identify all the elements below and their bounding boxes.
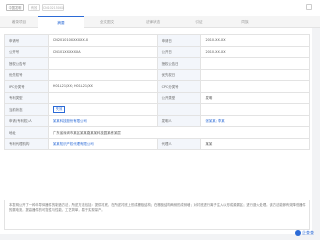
applicant-link[interactable]: 某某科技股份有限公司	[47, 114, 158, 127]
row-value	[47, 91, 158, 104]
row-label: 地址	[4, 126, 49, 139]
row-value: 某某	[200, 137, 310, 150]
row-value: 2010.XX.XX	[200, 45, 310, 58]
row-value: CN201010XXXXXX.X	[47, 34, 158, 47]
row-label: 申请日	[156, 34, 202, 47]
row-label: 授权公告日	[156, 57, 202, 70]
row-label: 代理人	[156, 137, 202, 150]
agency-link[interactable]: 某某知识产权代理有限公司	[47, 137, 158, 150]
table-row: 专利类型 公开类型 发明	[4, 91, 310, 104]
close-icon[interactable]	[306, 4, 312, 10]
table-row: 授权公告号 授权公告日	[4, 57, 310, 70]
row-value	[200, 68, 310, 81]
abstract-section: 本发明公开了一种半导体器件的制造方法，所述方法包括：提供衬底，在所述衬底上形成栅…	[4, 200, 310, 230]
row-label: 申请号	[4, 34, 49, 47]
top-bar: 中国发明 有效 CN102150XX	[0, 0, 320, 16]
address-value: 广东省深圳市某区某某路某某科技园某栋某层	[47, 126, 311, 139]
tab-citations[interactable]: 引证	[176, 16, 222, 28]
status-badge: 有效	[28, 4, 40, 11]
row-label: 发明人	[156, 114, 202, 127]
row-label: 专利代理机构	[4, 137, 49, 150]
patent-number-badge: CN102150XX	[42, 4, 65, 11]
table-row: 优先权号 优先权日	[4, 68, 310, 81]
table-row: 当前状态 失效	[4, 103, 310, 116]
row-label: 当前状态	[4, 103, 49, 116]
row-label: 优先权号	[4, 68, 49, 81]
row-value	[200, 57, 310, 70]
watermark: 企查查	[295, 230, 314, 236]
table-row: 地址 广东省深圳市某区某某路某某科技园某栋某层	[4, 126, 311, 139]
watermark-logo-icon	[295, 230, 301, 236]
tab-bar: 著录项目 摘要 全文图文 法律状态 引证 同族	[0, 16, 320, 28]
info-table: 申请号 CN201010XXXXXX.X 申请日 2010.XX.XX 公开号 …	[4, 34, 311, 150]
row-value	[200, 103, 310, 116]
row-value	[47, 68, 158, 81]
row-label: CPC分类号	[156, 80, 202, 93]
row-value: H01L21/XX; H01L21/XX	[47, 80, 158, 93]
row-value: 2010.XX.XX	[200, 34, 310, 47]
tab-bibliographic[interactable]: 著录项目	[0, 16, 38, 28]
row-label: 公开类型	[156, 91, 202, 104]
table-row: 申请(专利权)人 某某科技股份有限公司 发明人 张某某; 李某	[4, 114, 310, 127]
status-cell: 失效	[47, 103, 158, 116]
table-row: 公开号 CN101XXXXXXA 公开日 2010.XX.XX	[4, 45, 310, 58]
tab-fulltext[interactable]: 全文图文	[84, 16, 130, 28]
table-row: 专利代理机构 某某知识产权代理有限公司 代理人 某某	[4, 137, 310, 150]
tab-legal-status[interactable]: 法律状态	[130, 16, 176, 28]
status-pill: 失效	[52, 105, 66, 113]
row-label: 授权公告号	[4, 57, 49, 70]
abstract-text: 本发明公开了一种半导体器件的制造方法，所述方法包括：提供衬底，在所述衬底上形成栅…	[9, 203, 306, 213]
row-label: 专利类型	[4, 91, 49, 104]
row-label	[156, 103, 202, 116]
inventor-link[interactable]: 张某某; 李某	[200, 114, 310, 127]
tab-abstract[interactable]: 摘要	[38, 16, 84, 28]
row-label: IPC分类号	[4, 80, 49, 93]
row-value	[47, 57, 158, 70]
table-row: IPC分类号 H01L21/XX; H01L21/XX CPC分类号	[4, 80, 310, 93]
row-value: 发明	[200, 91, 310, 104]
row-value	[200, 80, 310, 93]
table-row: 申请号 CN201010XXXXXX.X 申请日 2010.XX.XX	[4, 34, 310, 47]
watermark-text: 企查查	[302, 230, 314, 235]
row-value: CN101XXXXXXA	[47, 45, 158, 58]
tab-family[interactable]: 同族	[222, 16, 268, 28]
row-label: 申请(专利权)人	[4, 114, 49, 127]
row-label: 优先权日	[156, 68, 202, 81]
row-label: 公开号	[4, 45, 49, 58]
row-label: 公开日	[156, 45, 202, 58]
doc-type-label: 中国发明	[6, 4, 24, 11]
